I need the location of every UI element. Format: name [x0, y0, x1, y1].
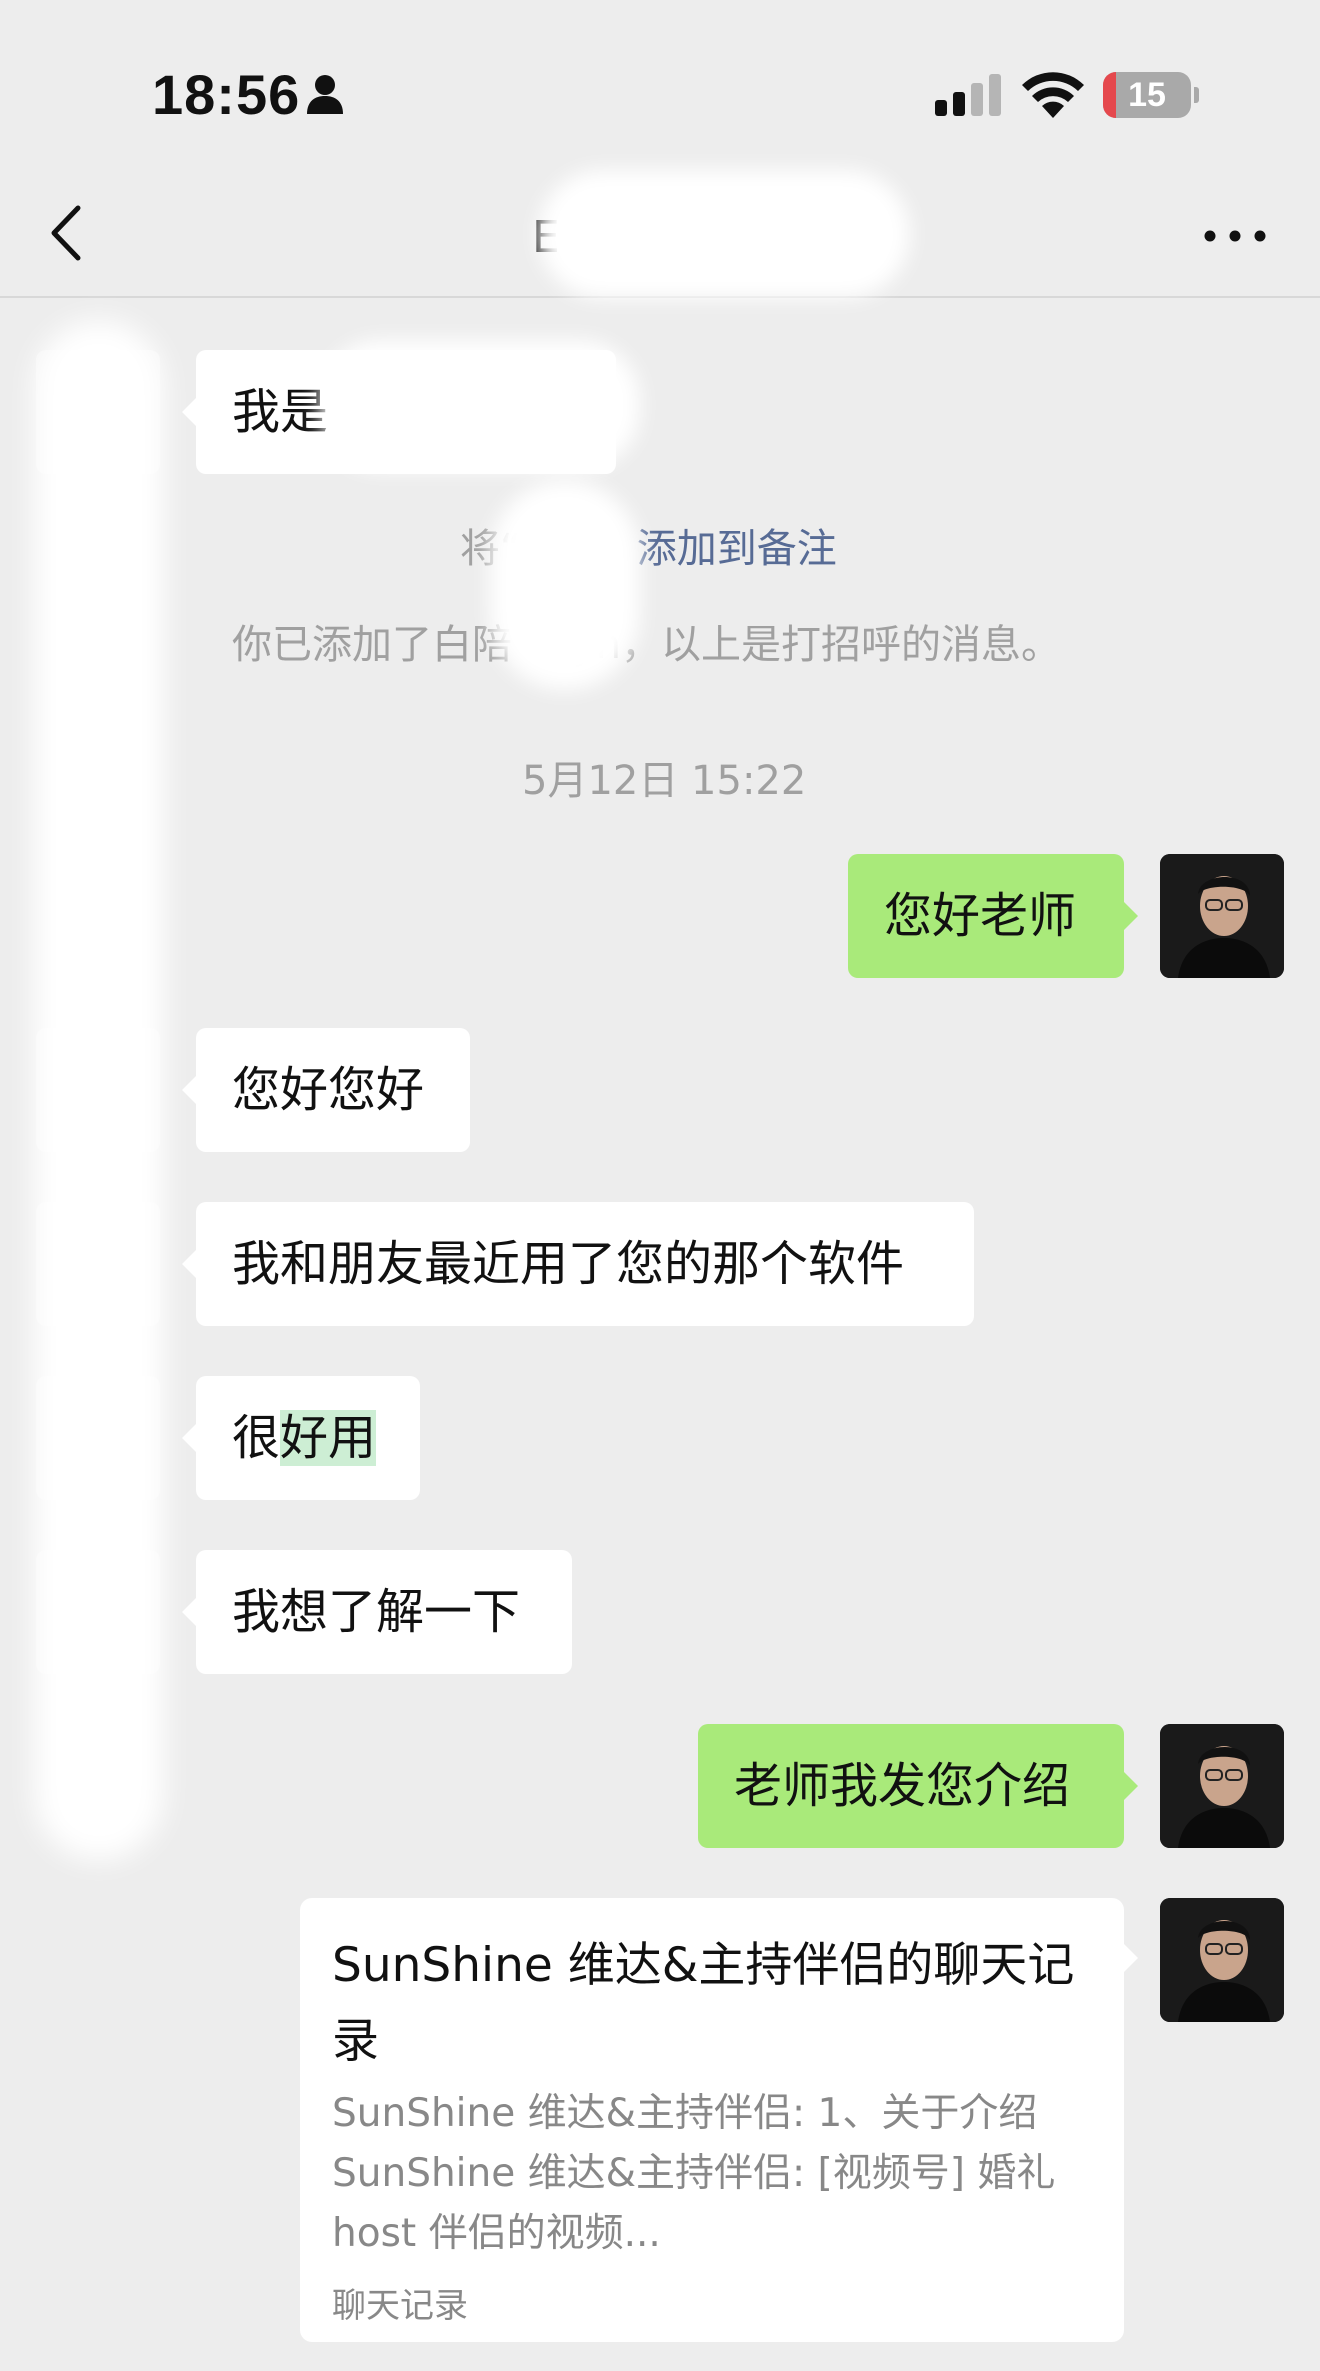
record-type-label: 聊天记录 — [332, 2286, 468, 2326]
timestamp: 5月12日 15:22 — [522, 758, 807, 804]
battery-indicator: 15 — [1103, 72, 1199, 118]
incoming-message[interactable]: 很好用 — [182, 1376, 420, 1500]
status-bar: 18:56 15 — [0, 0, 1320, 190]
message-text: 我想了解一下 — [232, 1584, 521, 1640]
redaction-blur — [320, 340, 640, 470]
message-text: 老师我发您介绍 — [734, 1758, 1071, 1814]
status-time: 18:56 — [152, 63, 301, 126]
chat-screen: 18:56 15 E — [0, 0, 1320, 2371]
message-text: 您好老师 — [884, 888, 1077, 944]
battery-percent: 15 — [1128, 76, 1166, 114]
portrait-icon — [1160, 1724, 1284, 1848]
outgoing-message[interactable]: 老师我发您介绍 — [698, 1724, 1138, 1848]
highlighted-text: 好用 — [280, 1410, 377, 1466]
incoming-message[interactable]: 我想了解一下 — [182, 1550, 572, 1674]
record-preview-line: host 伴侣的视频... — [332, 2211, 661, 2256]
more-dots-icon[interactable] — [1200, 216, 1270, 256]
message-text: 很 — [232, 1410, 281, 1466]
outgoing-message[interactable]: 您好老师 — [848, 854, 1138, 978]
add-to-remark-link[interactable]: 添加到备注 — [637, 526, 837, 572]
redaction-blur — [34, 320, 164, 1860]
added-contact-notice: 你已添加了白陪 yn，以上是打招呼的消息。 — [232, 622, 1062, 668]
redaction-blur — [538, 170, 910, 298]
message-text: 我是 — [232, 384, 329, 440]
message-text: 您好您好 — [232, 1062, 425, 1118]
incoming-message[interactable]: 您好您好 — [182, 1028, 470, 1152]
record-preview-line: SunShine 维达&主持伴侣: [视频号] 婚礼 — [332, 2151, 1056, 2196]
back-button[interactable] — [40, 200, 96, 266]
cellular-signal-icon — [935, 74, 1001, 116]
message-list[interactable]: 我是 将“添加到备注 你已添加了白陪yn，以上是打招呼的消息。 5月12日 15… — [0, 300, 1320, 2371]
nav-bar: E — [0, 170, 1320, 298]
portrait-icon — [1160, 1898, 1284, 2022]
chat-record-card[interactable]: SunShine 维达&主持伴侣的聊天记录 SunShine 维达&主持伴侣: … — [300, 1898, 1138, 2342]
record-title: SunShine 维达&主持伴侣的聊天记录 — [332, 1938, 1075, 2069]
incoming-message[interactable]: 我和朋友最近用了您的那个软件 — [182, 1202, 974, 1326]
portrait-icon — [1160, 854, 1284, 978]
my-avatar[interactable] — [1160, 1724, 1284, 1848]
my-avatar[interactable] — [1160, 854, 1284, 978]
message-text: 我和朋友最近用了您的那个软件 — [232, 1236, 905, 1292]
redaction-blur — [490, 480, 640, 690]
my-avatar[interactable] — [1160, 1898, 1284, 2022]
record-preview-line: SunShine 维达&主持伴侣: 1、关于介绍 — [332, 2091, 1038, 2136]
person-icon — [307, 75, 343, 114]
wifi-icon — [1022, 72, 1084, 118]
